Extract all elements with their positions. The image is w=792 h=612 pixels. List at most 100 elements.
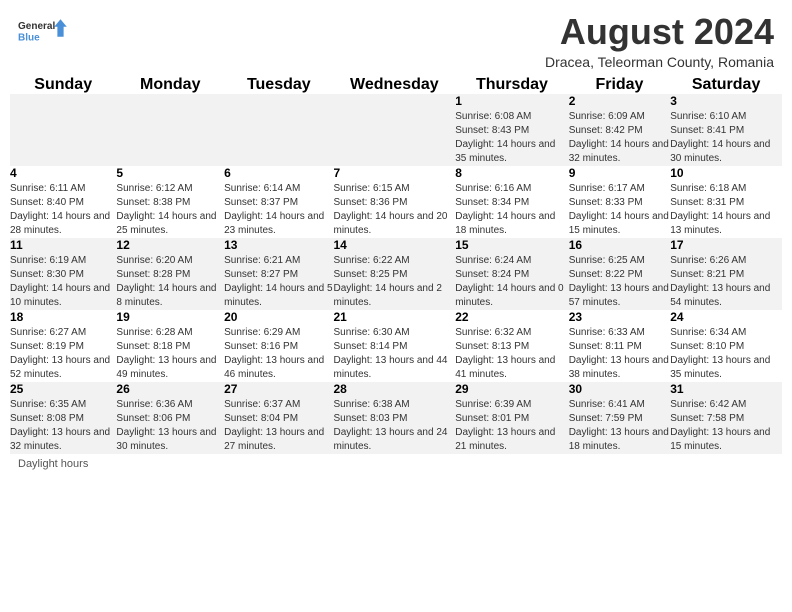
day-number-20: 20	[224, 310, 333, 324]
day-number-6: 6	[224, 166, 333, 180]
day-info-17: Sunrise: 6:26 AM Sunset: 8:21 PM Dayligh…	[670, 254, 782, 310]
day-cell-18: 18Sunrise: 6:27 AM Sunset: 8:19 PM Dayli…	[10, 310, 116, 382]
day-number-30: 30	[569, 382, 671, 396]
calendar-table: SundayMondayTuesdayWednesdayThursdayFrid…	[10, 76, 782, 454]
day-number-21: 21	[333, 310, 455, 324]
empty-cell	[116, 94, 224, 166]
day-info-26: Sunrise: 6:36 AM Sunset: 8:06 PM Dayligh…	[116, 398, 224, 454]
day-cell-6: 6 Sunrise: 6:14 AM Sunset: 8:37 PM Daylig…	[224, 166, 333, 238]
day-cell-1: 1 Sunrise: 6:08 AM Sunset: 8:43 PM Daylig…	[455, 94, 568, 166]
day-number-24: 24	[670, 310, 782, 324]
day-cell-16: 16 Sunrise: 6:25 AM Sunset: 8:22 PM Dayli…	[569, 238, 671, 310]
day-cell-17: 17 Sunrise: 6:26 AM Sunset: 8:21 PM Dayli…	[670, 238, 782, 310]
day-info-4: Sunrise: 6:11 AM Sunset: 8:40 PM Dayligh…	[10, 182, 116, 238]
title-block: August 2024 Dracea, Teleorman County, Ro…	[545, 12, 774, 70]
svg-text:General: General	[18, 21, 55, 32]
day-cell-12: 12 Sunrise: 6:20 AM Sunset: 8:28 PM Dayli…	[116, 238, 224, 310]
day-info-11: Sunrise: 6:19 AM Sunset: 8:30 PM Dayligh…	[10, 254, 116, 310]
header-saturday: Saturday	[670, 76, 782, 94]
day-number-26: 26	[116, 382, 224, 396]
day-cell-2: 2 Sunrise: 6:09 AM Sunset: 8:42 PM Daylig…	[569, 94, 671, 166]
day-cell-30: 30 Sunrise: 6:41 AM Sunset: 7:59 PM Dayli…	[569, 382, 671, 454]
day-number-23: 23	[569, 310, 671, 324]
day-number-11: 11	[10, 238, 116, 252]
week-row-4: 18Sunrise: 6:27 AM Sunset: 8:19 PM Dayli…	[10, 310, 782, 382]
day-number-29: 29	[455, 382, 568, 396]
week-row-5: 25Sunrise: 6:35 AM Sunset: 8:08 PM Dayli…	[10, 382, 782, 454]
day-cell-24: 24 Sunrise: 6:34 AM Sunset: 8:10 PM Dayli…	[670, 310, 782, 382]
week-row-1: 1 Sunrise: 6:08 AM Sunset: 8:43 PM Daylig…	[10, 94, 782, 166]
location-subtitle: Dracea, Teleorman County, Romania	[545, 54, 774, 70]
day-info-2: Sunrise: 6:09 AM Sunset: 8:42 PM Dayligh…	[569, 110, 671, 166]
day-number-7: 7	[333, 166, 455, 180]
day-number-8: 8	[455, 166, 568, 180]
day-info-12: Sunrise: 6:20 AM Sunset: 8:28 PM Dayligh…	[116, 254, 224, 310]
day-cell-13: 13 Sunrise: 6:21 AM Sunset: 8:27 PM Dayli…	[224, 238, 333, 310]
day-number-19: 19	[116, 310, 224, 324]
day-info-22: Sunrise: 6:32 AM Sunset: 8:13 PM Dayligh…	[455, 326, 568, 382]
day-info-1: Sunrise: 6:08 AM Sunset: 8:43 PM Dayligh…	[455, 110, 568, 166]
week-row-2: 4 Sunrise: 6:11 AM Sunset: 8:40 PM Daylig…	[10, 166, 782, 238]
day-info-9: Sunrise: 6:17 AM Sunset: 8:33 PM Dayligh…	[569, 182, 671, 238]
day-number-15: 15	[455, 238, 568, 252]
day-cell-19: 19Sunrise: 6:28 AM Sunset: 8:18 PM Dayli…	[116, 310, 224, 382]
day-number-5: 5	[116, 166, 224, 180]
empty-cell	[10, 94, 116, 166]
day-info-16: Sunrise: 6:25 AM Sunset: 8:22 PM Dayligh…	[569, 254, 671, 310]
day-number-14: 14	[333, 238, 455, 252]
day-info-29: Sunrise: 6:39 AM Sunset: 8:01 PM Dayligh…	[455, 398, 568, 454]
svg-text:Blue: Blue	[18, 32, 40, 43]
day-cell-26: 26 Sunrise: 6:36 AM Sunset: 8:06 PM Dayli…	[116, 382, 224, 454]
day-number-10: 10	[670, 166, 782, 180]
day-number-1: 1	[455, 94, 568, 108]
day-info-7: Sunrise: 6:15 AM Sunset: 8:36 PM Dayligh…	[333, 182, 455, 238]
day-info-8: Sunrise: 6:16 AM Sunset: 8:34 PM Dayligh…	[455, 182, 568, 238]
header-thursday: Thursday	[455, 76, 568, 94]
day-info-20: Sunrise: 6:29 AM Sunset: 8:16 PM Dayligh…	[224, 326, 333, 382]
day-info-25: Sunrise: 6:35 AM Sunset: 8:08 PM Dayligh…	[10, 398, 116, 454]
day-number-18: 18	[10, 310, 116, 324]
day-number-31: 31	[670, 382, 782, 396]
day-number-22: 22	[455, 310, 568, 324]
day-info-13: Sunrise: 6:21 AM Sunset: 8:27 PM Dayligh…	[224, 254, 333, 310]
day-cell-31: 31 Sunrise: 6:42 AM Sunset: 7:58 PM Dayli…	[670, 382, 782, 454]
day-number-9: 9	[569, 166, 671, 180]
day-number-2: 2	[569, 94, 671, 108]
day-info-21: Sunrise: 6:30 AM Sunset: 8:14 PM Dayligh…	[333, 326, 455, 382]
day-cell-15: 15 Sunrise: 6:24 AM Sunset: 8:24 PM Dayli…	[455, 238, 568, 310]
day-info-23: Sunrise: 6:33 AM Sunset: 8:11 PM Dayligh…	[569, 326, 671, 382]
day-number-17: 17	[670, 238, 782, 252]
day-info-24: Sunrise: 6:34 AM Sunset: 8:10 PM Dayligh…	[670, 326, 782, 382]
day-cell-8: 8 Sunrise: 6:16 AM Sunset: 8:34 PM Daylig…	[455, 166, 568, 238]
day-info-31: Sunrise: 6:42 AM Sunset: 7:58 PM Dayligh…	[670, 398, 782, 454]
day-cell-27: 27Sunrise: 6:37 AM Sunset: 8:04 PM Dayli…	[224, 382, 333, 454]
day-info-5: Sunrise: 6:12 AM Sunset: 8:38 PM Dayligh…	[116, 182, 224, 238]
day-cell-23: 23 Sunrise: 6:33 AM Sunset: 8:11 PM Dayli…	[569, 310, 671, 382]
month-year-title: August 2024	[545, 12, 774, 52]
day-info-10: Sunrise: 6:18 AM Sunset: 8:31 PM Dayligh…	[670, 182, 782, 238]
day-cell-10: 10 Sunrise: 6:18 AM Sunset: 8:31 PM Dayli…	[670, 166, 782, 238]
day-number-12: 12	[116, 238, 224, 252]
day-info-15: Sunrise: 6:24 AM Sunset: 8:24 PM Dayligh…	[455, 254, 568, 310]
day-cell-20: 20 Sunrise: 6:29 AM Sunset: 8:16 PM Dayli…	[224, 310, 333, 382]
day-info-30: Sunrise: 6:41 AM Sunset: 7:59 PM Dayligh…	[569, 398, 671, 454]
day-number-16: 16	[569, 238, 671, 252]
day-cell-21: 21 Sunrise: 6:30 AM Sunset: 8:14 PM Dayli…	[333, 310, 455, 382]
empty-cell	[333, 94, 455, 166]
day-cell-9: 9 Sunrise: 6:17 AM Sunset: 8:33 PM Daylig…	[569, 166, 671, 238]
day-number-13: 13	[224, 238, 333, 252]
day-cell-22: 22 Sunrise: 6:32 AM Sunset: 8:13 PM Dayli…	[455, 310, 568, 382]
day-cell-28: 28Sunrise: 6:38 AM Sunset: 8:03 PM Dayli…	[333, 382, 455, 454]
day-number-3: 3	[670, 94, 782, 108]
day-info-6: Sunrise: 6:14 AM Sunset: 8:37 PM Dayligh…	[224, 182, 333, 238]
logo: General Blue	[18, 12, 68, 52]
header: General Blue August 2024 Dracea, Teleorm…	[0, 0, 792, 76]
day-cell-5: 5 Sunrise: 6:12 AM Sunset: 8:38 PM Daylig…	[116, 166, 224, 238]
empty-cell	[224, 94, 333, 166]
generalblue-logo-icon: General Blue	[18, 12, 68, 52]
day-cell-25: 25Sunrise: 6:35 AM Sunset: 8:08 PM Dayli…	[10, 382, 116, 454]
day-number-4: 4	[10, 166, 116, 180]
header-wednesday: Wednesday	[333, 76, 455, 94]
day-number-28: 28	[333, 382, 455, 396]
daylight-label: Daylight hours	[18, 458, 88, 470]
